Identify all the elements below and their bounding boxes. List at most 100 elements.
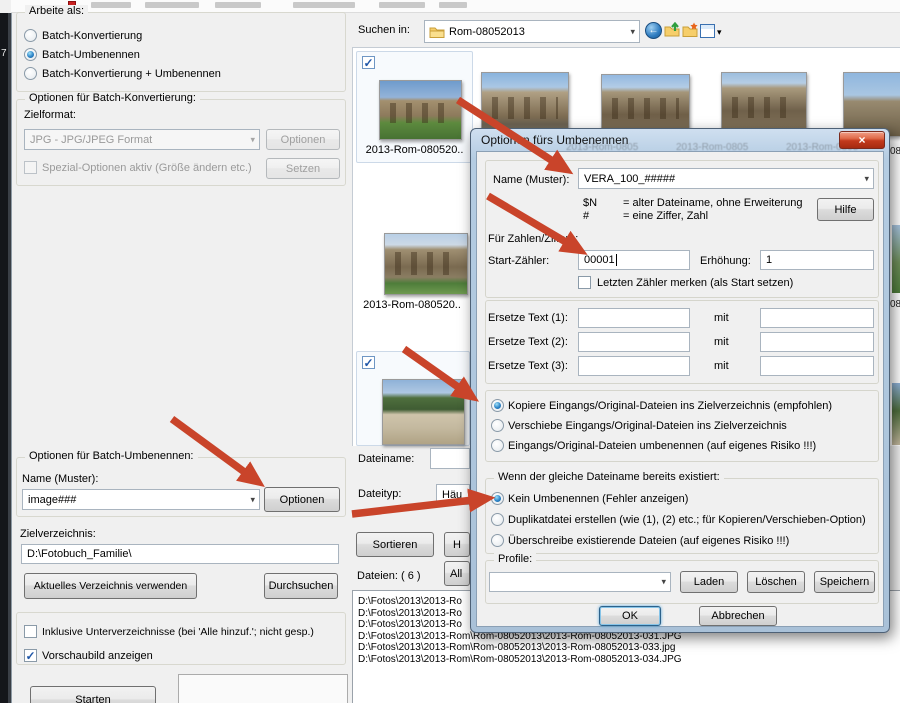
menu-fragment xyxy=(293,2,355,8)
radio-label[interactable]: Kein Umbenennen (Fehler anzeigen) xyxy=(508,493,688,505)
group-title: Wenn der gleiche Dateiname bereits exist… xyxy=(494,471,724,483)
close-icon[interactable]: × xyxy=(839,131,885,149)
format-options-button[interactable]: Optionen xyxy=(266,129,340,150)
photo-thumbnail[interactable] xyxy=(382,379,465,445)
replace-label: Ersetze Text (2): xyxy=(488,336,568,348)
radio-overwrite[interactable] xyxy=(491,534,504,547)
use-current-dir-button[interactable]: Aktuelles Verzeichnis verwenden xyxy=(24,573,197,599)
file-list-item[interactable]: D:\Fotos\2013\2013-Ro xyxy=(358,608,462,619)
check-icon: ✓ xyxy=(25,650,35,662)
filetype-label: Dateityp: xyxy=(358,488,401,500)
target-dir-input[interactable]: D:\Fotobuch_Familie\ xyxy=(21,544,339,564)
file-list-item[interactable]: D:\Fotos\2013\2013-Ro xyxy=(358,596,462,607)
thumbnail-checkbox[interactable]: ✓ xyxy=(362,356,375,369)
file-list-item[interactable]: D:\Fotos\2013\2013-Ro xyxy=(358,619,462,630)
show-preview-label: Vorschaubild anzeigen xyxy=(42,650,153,662)
hint-code: # xyxy=(583,210,589,222)
background-window-edge: 7 xyxy=(0,13,11,703)
label-fragment: 08 xyxy=(890,146,900,157)
add-all-button[interactable]: All xyxy=(444,561,470,586)
radio-label[interactable]: Batch-Umbenennen xyxy=(42,49,140,61)
increment-input[interactable]: 1 xyxy=(760,250,874,270)
filetype-combobox[interactable]: Häu xyxy=(436,484,470,505)
radio-batch-umbenennen[interactable] xyxy=(24,48,37,61)
radio-move-originals[interactable] xyxy=(491,419,504,432)
radio-batch-konv-umbenennen[interactable] xyxy=(24,67,37,80)
replace-with-input-2[interactable] xyxy=(760,332,874,352)
radio-label[interactable]: Kopiere Eingangs/Original-Dateien ins Zi… xyxy=(508,400,832,412)
radio-batch-konvertierung[interactable] xyxy=(24,29,37,42)
replace-with-input-3[interactable] xyxy=(760,356,874,376)
radio-rename-originals[interactable] xyxy=(491,439,504,452)
include-subdirs-label: Inklusive Unterverzeichnisse (bei 'Alle … xyxy=(42,626,314,638)
radio-label[interactable]: Duplikatdatei erstellen (wie (1), (2) et… xyxy=(508,514,866,526)
delete-profile-button[interactable]: Löschen xyxy=(747,571,805,593)
sort-button[interactable]: Sortieren xyxy=(356,532,434,557)
chevron-down-icon[interactable]: ▾ xyxy=(717,27,722,38)
help-button[interactable]: Hilfe xyxy=(817,198,874,221)
replace-input-2[interactable] xyxy=(578,332,690,352)
load-profile-button[interactable]: Laden xyxy=(680,571,738,593)
profile-combobox[interactable]: ▾ xyxy=(489,572,671,592)
radio-label[interactable]: Verschiebe Eingangs/Original-Dateien ins… xyxy=(508,420,787,432)
target-format-combobox[interactable]: JPG - JPG/JPEG Format ▾ xyxy=(24,129,260,150)
cancel-button[interactable]: Abbrechen xyxy=(699,606,777,626)
radio-label[interactable]: Überschreibe existierende Dateien (auf e… xyxy=(508,535,789,547)
radio-copy-originals[interactable] xyxy=(491,399,504,412)
chevron-down-icon: ▾ xyxy=(864,173,869,184)
hint-desc: = eine Ziffer, Zahl xyxy=(623,210,708,222)
menu-fragment xyxy=(145,2,199,8)
dlg-name-pattern-combobox[interactable]: VERA_100_##### ▾ xyxy=(578,168,874,189)
new-folder-icon[interactable] xyxy=(682,22,699,41)
start-counter-input[interactable]: 00001 xyxy=(578,250,690,270)
status-panel xyxy=(178,674,348,703)
mit-label: mit xyxy=(714,312,729,324)
name-pattern-combobox[interactable]: image### ▾ xyxy=(22,489,260,510)
thumbnail-label: 2013-Rom-080520.. xyxy=(356,144,473,156)
photo-thumbnail-sliver xyxy=(892,225,900,293)
file-list-item[interactable]: D:\Fotos\2013\2013-Rom\Rom-08052013\2013… xyxy=(358,654,682,665)
setzen-button[interactable]: Setzen xyxy=(266,158,340,179)
replace-input-1[interactable] xyxy=(578,308,690,328)
radio-no-rename[interactable] xyxy=(491,492,504,505)
radio-label[interactable]: Batch-Konvertierung xyxy=(42,30,142,42)
start-button[interactable]: Starten xyxy=(30,686,156,703)
rename-options-button[interactable]: Optionen xyxy=(264,487,340,512)
folder-icon xyxy=(429,25,445,42)
folder-combobox[interactable]: Rom-08052013 ▾ xyxy=(424,20,640,43)
up-folder-icon[interactable] xyxy=(664,22,681,41)
increment-label: Erhöhung: xyxy=(700,255,751,267)
rename-options-dialog: Optionen fürs Umbenennen 2013-Rom-0805 2… xyxy=(470,128,890,633)
photo-thumbnail[interactable] xyxy=(384,233,468,295)
replace-label: Ersetze Text (1): xyxy=(488,312,568,324)
spezial-options-checkbox[interactable] xyxy=(24,161,37,174)
radio-duplicate-file[interactable] xyxy=(491,513,504,526)
photo-thumbnail[interactable] xyxy=(379,80,462,140)
hint-code: $N xyxy=(583,197,597,209)
replace-label: Ersetze Text (3): xyxy=(488,360,568,372)
chevron-down-icon: ▾ xyxy=(250,134,255,145)
ok-button[interactable]: OK xyxy=(599,606,661,626)
menu-fragment xyxy=(379,2,425,8)
remember-counter-checkbox[interactable] xyxy=(578,276,591,289)
file-list-item[interactable]: D:\Fotos\2013\2013-Rom\Rom-08052013\2013… xyxy=(358,642,675,653)
add-button[interactable]: H xyxy=(444,532,470,557)
show-preview-checkbox[interactable]: ✓ xyxy=(24,649,37,662)
chevron-down-icon: ▾ xyxy=(630,26,635,37)
dialog-titlebar[interactable]: Optionen fürs Umbenennen 2013-Rom-0805 2… xyxy=(471,129,889,151)
replace-with-input-1[interactable] xyxy=(760,308,874,328)
filename-input[interactable] xyxy=(430,448,470,469)
radio-label[interactable]: Eingangs/Original-Dateien umbenennen (au… xyxy=(508,440,816,452)
view-menu-icon[interactable] xyxy=(700,24,715,38)
photo-thumbnail-sliver xyxy=(892,383,900,445)
back-icon[interactable]: ← xyxy=(645,22,662,39)
radio-label[interactable]: Batch-Konvertierung + Umbenennen xyxy=(42,68,221,80)
browse-button[interactable]: Durchsuchen xyxy=(264,573,338,599)
files-count-label: Dateien: ( 6 ) xyxy=(357,570,421,582)
filename-label: Dateiname: xyxy=(358,453,414,465)
check-icon: ✓ xyxy=(363,57,373,69)
thumbnail-checkbox[interactable]: ✓ xyxy=(362,56,375,69)
include-subdirs-checkbox[interactable] xyxy=(24,625,37,638)
save-profile-button[interactable]: Speichern xyxy=(814,571,875,593)
replace-input-3[interactable] xyxy=(578,356,690,376)
